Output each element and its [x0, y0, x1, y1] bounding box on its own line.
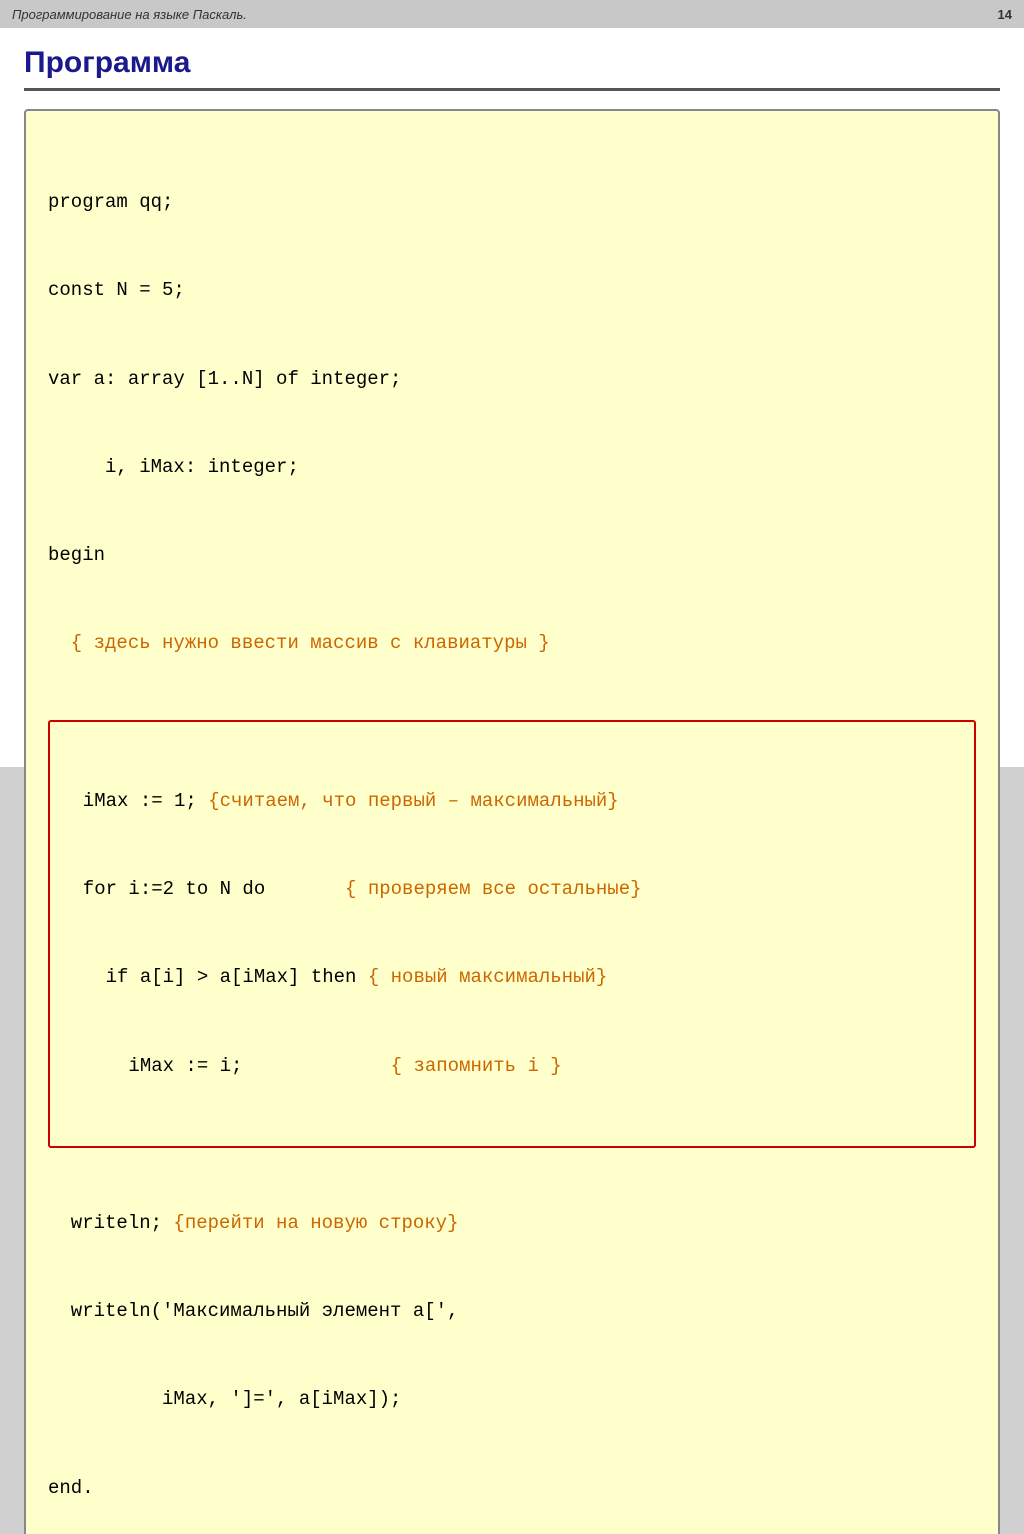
code-line-7-text: iMax := 1; — [60, 790, 197, 812]
top-bar-title: Программирование на языке Паскаль. — [12, 7, 247, 22]
code-line-7-comment: {считаем, что первый – максимальный} — [197, 790, 619, 812]
code-line-3-text: var a: array [1..N] of integer; — [48, 368, 401, 390]
code-line-5-text: begin — [48, 544, 105, 566]
code-line-11-text: writeln; — [48, 1212, 162, 1234]
code-line-11: writeln; {перейти на новую строку} — [48, 1209, 976, 1238]
code-line-9-comment: { новый максимальный} — [356, 966, 607, 988]
code-line-8-comment: { проверяем все остальные} — [265, 878, 641, 900]
slide-heading: Программа — [24, 46, 1000, 91]
code-line-12a: writeln('Максимальный элемент a[', — [48, 1297, 976, 1326]
code-line-9: if a[i] > a[iMax] then { новый максималь… — [60, 963, 964, 992]
code-line-10-text: iMax := i; — [60, 1055, 242, 1077]
code-line-10: iMax := i; { запомнить i } — [60, 1052, 964, 1081]
code-line-12b-text: iMax, ']=', a[iMax]); — [48, 1388, 401, 1410]
code-line-13: end. — [48, 1474, 976, 1503]
page-number: 14 — [998, 7, 1012, 22]
code-line-12a-text: writeln('Максимальный элемент a[', — [48, 1300, 458, 1322]
code-line-3: var a: array [1..N] of integer; — [48, 365, 976, 394]
code-line-2-text: const N = 5; — [48, 279, 185, 301]
code-line-1-text: program qq; — [48, 191, 173, 213]
code-line-11-comment: {перейти на новую строку} — [162, 1212, 458, 1234]
code-line-8-text: for i:=2 to N do — [60, 878, 265, 900]
code-block: program qq; const N = 5; var a: array [1… — [48, 129, 976, 1534]
code-line-5: begin — [48, 541, 976, 570]
code-line-7: iMax := 1; {считаем, что первый – максим… — [60, 787, 964, 816]
code-line-13-text: end. — [48, 1477, 94, 1499]
code-line-9-text: if a[i] > a[iMax] then — [60, 966, 356, 988]
slide-body: Программа program qq; const N = 5; var a… — [0, 28, 1024, 1534]
top-bar: Программирование на языке Паскаль. 14 — [0, 0, 1024, 28]
code-line-8: for i:=2 to N do { проверяем все остальн… — [60, 875, 964, 904]
code-line-10-comment: { запомнить i } — [242, 1055, 561, 1077]
slide: Программирование на языке Паскаль. 14 Пр… — [0, 0, 1024, 767]
code-line-12b: iMax, ']=', a[iMax]); — [48, 1385, 976, 1414]
code-line-2: const N = 5; — [48, 276, 976, 305]
code-line-4-text: i, iMax: integer; — [48, 456, 299, 478]
code-container: program qq; const N = 5; var a: array [1… — [24, 109, 1000, 1534]
code-line-1: program qq; — [48, 188, 976, 217]
code-line-6-comment: { здесь нужно ввести массив с клавиатуры… — [48, 632, 550, 654]
code-line-6: { здесь нужно ввести массив с клавиатуры… — [48, 629, 976, 658]
code-line-4: i, iMax: integer; — [48, 453, 976, 482]
highlight-box: iMax := 1; {считаем, что первый – максим… — [48, 720, 976, 1148]
